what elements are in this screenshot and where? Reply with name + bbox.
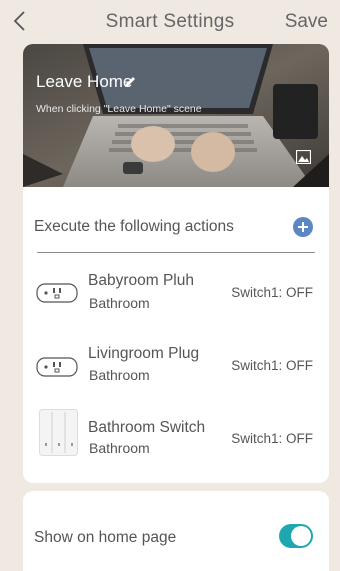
top-bar: Smart Settings Save xyxy=(0,0,340,44)
scene-subtitle: When clicking "Leave Home" scene xyxy=(36,103,202,115)
change-image-icon[interactable] xyxy=(296,150,311,164)
section-divider xyxy=(37,252,315,253)
device-state: Switch1: OFF xyxy=(231,285,313,300)
device-row[interactable]: Babyroom Pluh Bathroom Switch1: OFF xyxy=(23,264,329,324)
device-name: Livingroom Plug xyxy=(88,345,200,362)
scene-card: Leave Home When clicking "Leave Home" sc… xyxy=(23,44,329,483)
wall-switch-icon xyxy=(39,409,78,456)
scene-photo xyxy=(23,44,329,187)
plug-icon xyxy=(36,283,78,303)
device-row[interactable]: Bathroom Switch Bathroom Switch1: OFF xyxy=(23,409,329,469)
save-button[interactable]: Save xyxy=(285,11,328,33)
edit-pencil-icon[interactable] xyxy=(123,75,137,89)
scene-title: Leave Home xyxy=(36,72,133,91)
show-on-home-toggle[interactable] xyxy=(279,524,313,548)
device-room: Bathroom xyxy=(89,367,150,383)
device-state: Switch1: OFF xyxy=(231,358,313,373)
device-name: Bathroom Switch xyxy=(88,419,206,436)
device-name: Babyroom Pluh xyxy=(88,272,194,289)
add-action-button[interactable] xyxy=(293,217,313,237)
home-page-card: Show on home page xyxy=(23,491,329,571)
plug-icon xyxy=(36,357,78,377)
actions-heading: Execute the following actions xyxy=(34,218,234,235)
show-on-home-label: Show on home page xyxy=(34,529,177,546)
device-room: Bathroom xyxy=(89,295,150,311)
device-state: Switch1: OFF xyxy=(231,431,313,446)
scene-banner[interactable]: Leave Home When clicking "Leave Home" sc… xyxy=(23,44,329,187)
toggle-knob xyxy=(291,526,311,546)
device-row[interactable]: Livingroom Plug Bathroom Switch1: OFF xyxy=(23,337,329,397)
device-room: Bathroom xyxy=(89,440,150,456)
